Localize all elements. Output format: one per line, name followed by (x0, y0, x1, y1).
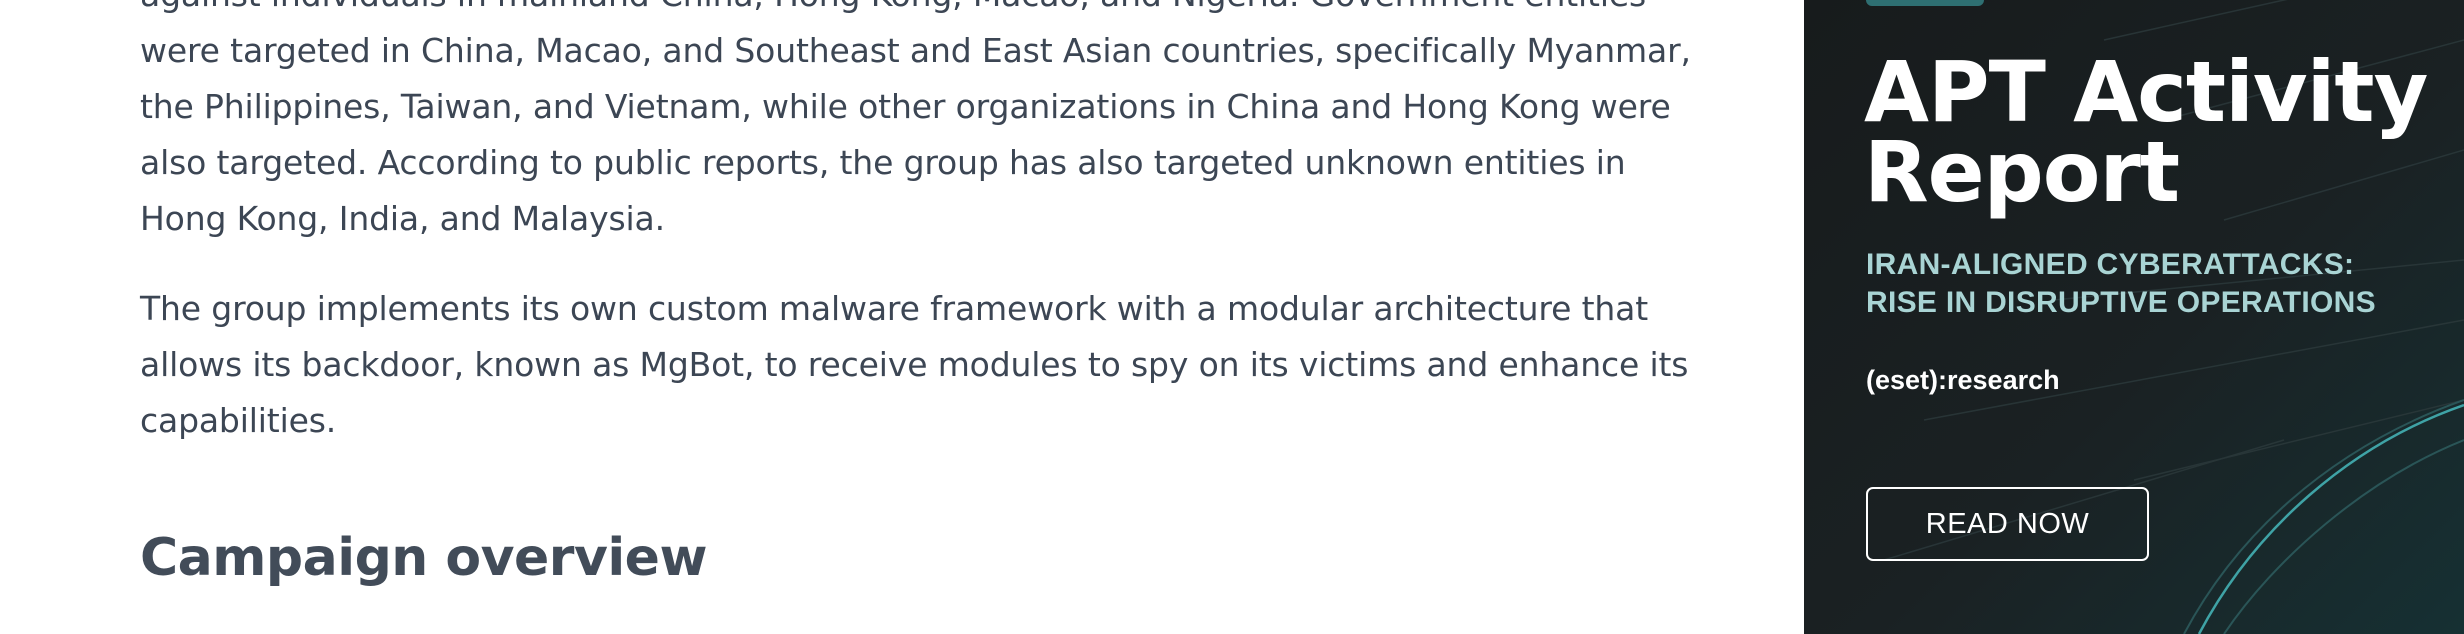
eset-research-brand: (eset):research (1866, 365, 2060, 395)
ad-title: APT Activity Report (1864, 43, 2428, 221)
article-paragraph: against individuals in mainland China, H… (140, 0, 1691, 238)
read-now-button[interactable]: READ NOW (1866, 487, 2149, 561)
apt-report-ad-banner[interactable]: APT Activity Report IRAN-ALIGNED CYBERAT… (1804, 0, 2464, 634)
eset-logo-mark (1866, 0, 1984, 6)
section-heading: Campaign overview (140, 528, 707, 588)
article-body: against individuals in mainland China, H… (140, 0, 1700, 483)
ad-subtitle: IRAN-ALIGNED CYBERATTACKS: RISE IN DISRU… (1866, 248, 2376, 319)
article-paragraph: The group implements its own custom malw… (140, 289, 1689, 440)
